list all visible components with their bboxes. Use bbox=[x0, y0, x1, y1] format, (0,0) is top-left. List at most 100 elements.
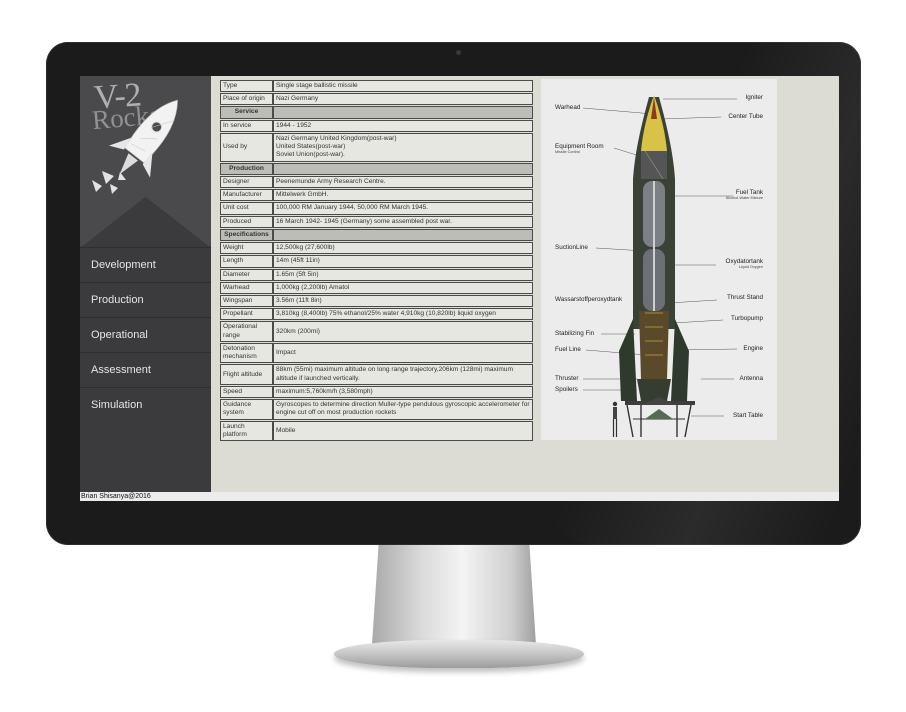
infobox-row: Detonation mechanism Impact bbox=[220, 342, 533, 364]
infobox-row: Guidance system Gyroscopes to determine d… bbox=[220, 399, 533, 420]
infobox-row: Propellant 3,810kg (8,400lb) 75% ethanol/… bbox=[220, 308, 533, 321]
infobox-row: In service 1944 - 1952 bbox=[220, 119, 533, 132]
infobox-key: Place of origin bbox=[220, 93, 273, 106]
infobox-key: Produced bbox=[220, 215, 273, 228]
label-turbopump: Turbopump bbox=[731, 315, 763, 322]
nav-label: Operational bbox=[91, 329, 148, 341]
label-center-tube: Center Tube bbox=[728, 113, 763, 120]
infobox-value-line: United States(post-war) bbox=[276, 143, 346, 151]
infobox-row: Launch platform Mobile bbox=[220, 420, 533, 442]
label-subtext: Alcohol-Water Mixture bbox=[725, 196, 763, 200]
screen: V-2 Rocket Development Production Operat… bbox=[80, 76, 839, 501]
label-fuel-tank: Fuel Tank Alcohol-Water Mixture bbox=[726, 189, 763, 200]
infobox-key: Diameter bbox=[220, 268, 273, 281]
infobox-key: Speed bbox=[220, 385, 273, 399]
label-engine: Engine bbox=[743, 345, 763, 352]
label-equipment-room: Equipment Room Missile Control bbox=[555, 143, 604, 154]
infobox-value: 14m (45ft 11in) bbox=[273, 255, 533, 268]
infobox-row: Operational range 320km (200mi) bbox=[220, 321, 533, 342]
nav-item-assessment[interactable]: Assessment bbox=[80, 352, 211, 387]
infobox-row: Wingspan 3.56m (11ft 8in) bbox=[220, 294, 533, 308]
nav-label: Development bbox=[91, 259, 156, 271]
footer-credit: Brian Shisanya@2016 bbox=[80, 492, 839, 501]
label-start-table: Start Table bbox=[733, 412, 763, 419]
infobox-row: Diameter 1.65m (5ft 5in) bbox=[220, 268, 533, 281]
nav-label: Simulation bbox=[91, 399, 143, 411]
infobox-value: 320km (200mi) bbox=[273, 321, 533, 342]
infobox-value: 100,000 RM January 1944, 50,000 RM March… bbox=[273, 202, 533, 215]
infobox-value: 3.56m (11ft 8in) bbox=[273, 294, 533, 308]
infobox-key: Warhead bbox=[220, 281, 273, 294]
infobox-key: In service bbox=[220, 119, 273, 132]
infobox-value: 1944 - 1952 bbox=[273, 119, 533, 132]
nav-item-development[interactable]: Development bbox=[80, 247, 211, 282]
nav-label: Production bbox=[91, 294, 144, 306]
label-igniter: Igniter bbox=[745, 94, 763, 101]
infobox-key: Flight altitude bbox=[220, 364, 273, 385]
infobox-value: Mittelwerk GmbH. bbox=[273, 189, 533, 202]
section-header-row: Production bbox=[220, 162, 533, 175]
sidebar-nav: Development Production Operational Asses… bbox=[80, 247, 211, 422]
infobox-value: 88km (55mi) maximum altitude on long ran… bbox=[273, 364, 533, 385]
infobox-key: Guidance system bbox=[220, 399, 273, 420]
infobox-row: Produced 16 March 1942- 1945 (Germany) so… bbox=[220, 215, 533, 228]
label-text: Oxydatortank bbox=[725, 258, 763, 265]
infobox-row: Weight 12,500kg (27,600lb) bbox=[220, 242, 533, 255]
nav-item-production[interactable]: Production bbox=[80, 282, 211, 317]
infobox-row: Length 14m (45ft 11in) bbox=[220, 255, 533, 268]
infobox-value: Nazi Germany United Kingdom(post-war) Uni… bbox=[273, 132, 533, 162]
label-text: Fuel Tank bbox=[735, 189, 763, 196]
nav-label: Assessment bbox=[91, 364, 151, 376]
infobox-row: Place of origin Nazi Germany bbox=[220, 93, 533, 106]
infobox: Type Single stage ballistic missile Place … bbox=[220, 79, 533, 442]
nav-item-simulation[interactable]: Simulation bbox=[80, 387, 211, 422]
infobox-value: 1.65m (5ft 5in) bbox=[273, 268, 533, 281]
infobox-value: Gyroscopes to determine direction Muller… bbox=[273, 399, 533, 420]
infobox-value: 12,500kg (27,600lb) bbox=[273, 242, 533, 255]
infobox-value: Impact bbox=[273, 342, 533, 364]
label-subtext: Liquid Oxygen bbox=[738, 265, 763, 269]
infobox-value-line: Soviet Union(post-war). bbox=[276, 151, 345, 159]
infobox-value: maximum:5,760km/h (3,580mph) bbox=[273, 385, 533, 399]
section-title: Service bbox=[220, 106, 273, 119]
infobox-table: Type Single stage ballistic missile Place … bbox=[220, 79, 533, 442]
logo[interactable]: V-2 Rocket bbox=[80, 76, 211, 246]
infobox-key: Operational range bbox=[220, 321, 273, 342]
label-thruster: Thruster bbox=[555, 375, 579, 382]
infobox-value: 16 March 1942- 1945 (Germany) some assem… bbox=[273, 215, 533, 228]
label-oxydatortank: Oxydatortank Liquid Oxygen bbox=[726, 258, 763, 269]
infobox-value: Mobile bbox=[273, 420, 533, 442]
infobox-value: Single stage ballistic missile bbox=[273, 80, 533, 93]
infobox-value: 3,810kg (8,400lb) 75% ethanol/25% water … bbox=[273, 308, 533, 321]
infobox-row: Flight altitude 88km (55mi) maximum altit… bbox=[220, 364, 533, 385]
label-subtext: Missile Control bbox=[555, 150, 580, 154]
rocket-diagram: Warhead Equipment Room Missile Control Su… bbox=[541, 79, 777, 440]
infobox-key: Type bbox=[220, 80, 273, 93]
infobox-key: Unit cost bbox=[220, 202, 273, 215]
infobox-row: Speed maximum:5,760km/h (3,580mph) bbox=[220, 385, 533, 399]
infobox-row: Type Single stage ballistic missile bbox=[220, 80, 533, 93]
label-text: Equipment Room bbox=[555, 143, 604, 150]
infobox-key: Length bbox=[220, 255, 273, 268]
infobox-row: Manufacturer Mittelwerk GmbH. bbox=[220, 189, 533, 202]
section-header-row: Specifications bbox=[220, 228, 533, 242]
section-header-row: Service bbox=[220, 106, 533, 119]
label-suction-line: SuctionLine bbox=[555, 244, 588, 251]
infobox-value: Peenemunde Army Research Centre. bbox=[273, 175, 533, 189]
section-spacer bbox=[273, 228, 533, 242]
label-stabilizing-fin: Stabilizing Fin bbox=[555, 330, 595, 337]
section-spacer bbox=[273, 162, 533, 175]
label-wassarstoffperoxydtank: Wassarstoffperoxydtank bbox=[555, 296, 623, 303]
infobox-value-line: Nazi Germany United Kingdom(post-war) bbox=[276, 134, 397, 142]
section-title: Production bbox=[220, 162, 273, 175]
infobox-key: Used by bbox=[220, 132, 273, 162]
infobox-row: Unit cost 100,000 RM January 1944, 50,000… bbox=[220, 202, 533, 215]
infobox-value: 1,000kg (2,200lb) Amatol bbox=[273, 281, 533, 294]
nav-item-operational[interactable]: Operational bbox=[80, 317, 211, 352]
infobox-key: Launch platform bbox=[220, 420, 273, 442]
rocket-logo-icon bbox=[92, 99, 178, 194]
infobox-row: Used by Nazi Germany United Kingdom(post-… bbox=[220, 132, 533, 162]
infobox-key: Wingspan bbox=[220, 294, 273, 308]
section-spacer bbox=[273, 106, 533, 119]
logo-triangle bbox=[80, 196, 211, 246]
